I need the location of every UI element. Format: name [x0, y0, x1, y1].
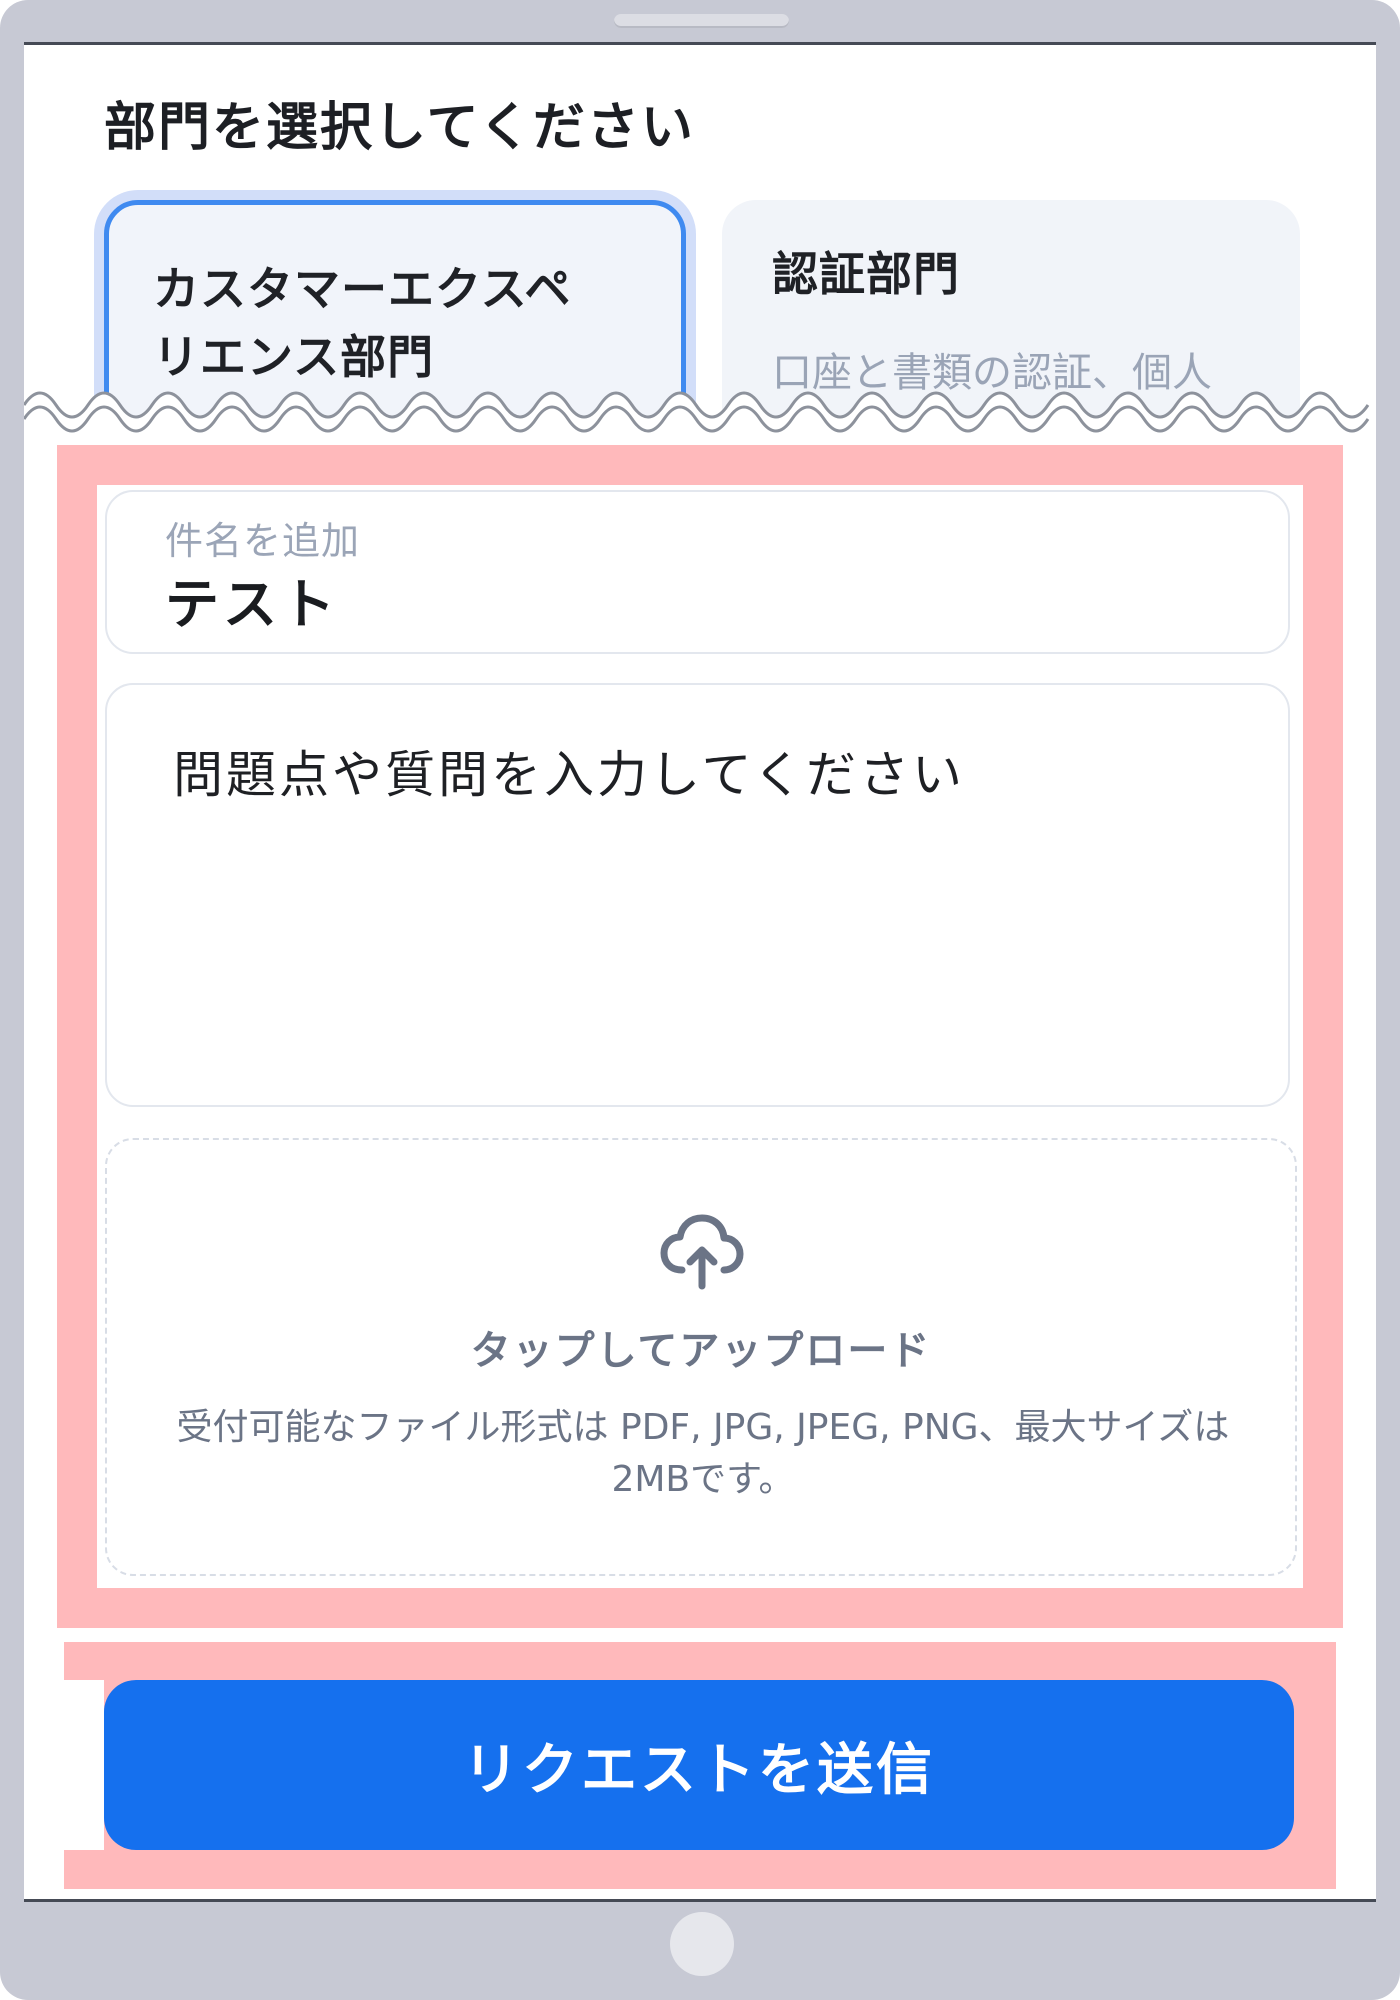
form-highlight: 件名を追加 テスト 問題点や質問を入力してください タップしてアップロード 受付…: [57, 445, 1343, 1628]
message-field[interactable]: 問題点や質問を入力してください: [105, 683, 1290, 1107]
home-button[interactable]: [670, 1912, 734, 1976]
device-notch: [614, 14, 789, 28]
subject-field[interactable]: 件名を追加 テスト: [105, 490, 1290, 654]
upload-title: タップしてアップロード: [470, 1328, 932, 1374]
subject-label: 件名を追加: [165, 519, 361, 563]
upload-dropzone[interactable]: タップしてアップロード 受付可能なファイル形式は PDF, JPG, JPEG,…: [105, 1138, 1297, 1576]
cloud-upload-icon: [660, 1214, 744, 1290]
message-placeholder: 問題点や質問を入力してください: [173, 746, 965, 804]
section-title: 部門を選択してください: [104, 98, 695, 158]
submit-request-button[interactable]: リクエストを送信: [104, 1680, 1294, 1850]
submit-highlight: リクエストを送信: [64, 1642, 1336, 1889]
submit-background: [64, 1680, 104, 1850]
screen: 部門を選択してください カスタマーエクスペ リエンス部門 認証部門 口座と書類の…: [24, 42, 1376, 1902]
subject-input[interactable]: テスト: [165, 560, 339, 639]
department-name-line1: カスタマーエクスペ: [153, 262, 572, 316]
device-frame: 部門を選択してください カスタマーエクスペ リエンス部門 認証部門 口座と書類の…: [0, 0, 1400, 2000]
department-name: 認証部門: [772, 247, 960, 301]
form-area: 件名を追加 テスト 問題点や質問を入力してください タップしてアップロード 受付…: [97, 485, 1303, 1588]
upload-description: 受付可能なファイル形式は PDF, JPG, JPEG, PNG、最大サイズは2…: [176, 1407, 1230, 1500]
